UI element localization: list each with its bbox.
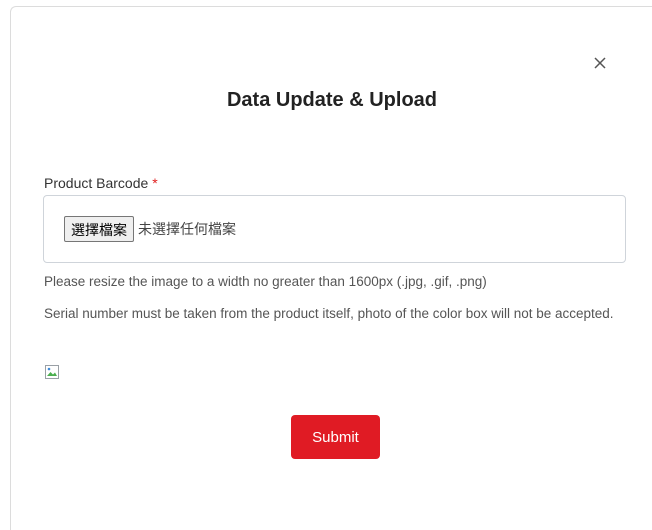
broken-image-icon — [44, 364, 60, 380]
file-input-box[interactable]: 選擇檔案 未選擇任何檔案 — [43, 195, 626, 263]
choose-file-button[interactable]: 選擇檔案 — [64, 216, 134, 242]
product-barcode-label: Product Barcode * — [44, 175, 158, 191]
required-marker: * — [152, 175, 158, 191]
modal-title: Data Update & Upload — [226, 89, 438, 111]
submit-button[interactable]: Submit — [291, 415, 380, 459]
close-icon[interactable] — [590, 53, 610, 73]
serial-help-text: Serial number must be taken from the pro… — [44, 306, 614, 321]
upload-modal: Data Update & Upload Product Barcode * 選擇… — [10, 6, 652, 530]
file-status-text: 未選擇任何檔案 — [138, 222, 236, 238]
resize-help-text: Please resize the image to a width no gr… — [44, 274, 487, 289]
field-label-text: Product Barcode — [44, 175, 149, 191]
